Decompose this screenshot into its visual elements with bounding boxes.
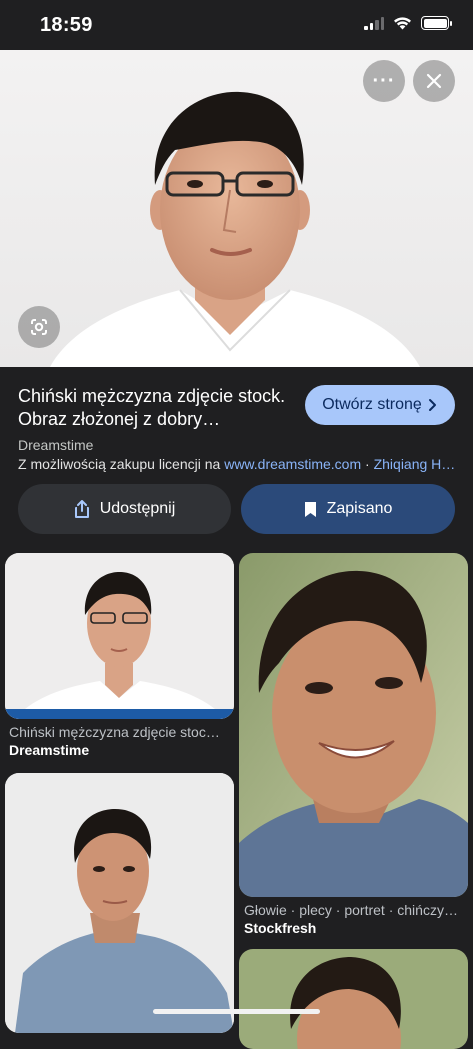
lens-icon xyxy=(31,319,47,335)
battery-icon xyxy=(421,16,452,30)
result-source: Dreamstime xyxy=(18,437,94,453)
license-prefix: Z możliwością zakupu licencji na xyxy=(18,456,221,472)
close-icon xyxy=(426,73,442,89)
saved-button[interactable]: Zapisano xyxy=(241,484,455,534)
hero-person-photo xyxy=(50,91,420,367)
related-image-4 xyxy=(239,949,468,1049)
wifi-icon xyxy=(394,17,411,30)
saved-label: Zapisano xyxy=(326,500,393,517)
hero-image[interactable]: ··· xyxy=(0,50,473,367)
related-caption-1[interactable]: Chiński mężczyzna zdjęcie stoc… xyxy=(9,724,231,740)
related-source-1: Dreamstime xyxy=(9,742,90,758)
license-separator: · xyxy=(365,456,370,472)
home-indicator[interactable] xyxy=(153,1009,320,1014)
result-info: Chiński mężczyzna zdjęcie stock. Obraz z… xyxy=(0,367,473,547)
more-icon: ··· xyxy=(372,69,396,92)
license-link[interactable]: www.dreamstime.com xyxy=(224,456,361,472)
license-line: Z możliwością zakupu licencji na www.dre… xyxy=(18,456,458,472)
lens-button[interactable] xyxy=(18,306,60,348)
signal-icon xyxy=(364,16,384,30)
related-card-4[interactable] xyxy=(239,949,468,1049)
status-time: 18:59 xyxy=(40,14,93,36)
share-label: Udostępnij xyxy=(99,500,176,517)
chevron-right-icon xyxy=(428,399,436,411)
status-bar: 18:59 xyxy=(0,0,473,50)
share-icon xyxy=(74,500,89,518)
related-source-2: Stockfresh xyxy=(244,920,317,936)
close-button[interactable] xyxy=(413,60,455,102)
open-page-button[interactable]: Otwórz stronę xyxy=(305,385,455,425)
related-card-3[interactable] xyxy=(5,773,234,1033)
related-card-2[interactable] xyxy=(239,553,468,897)
author-link[interactable]: Zhiqiang H… xyxy=(374,456,456,472)
related-card-1[interactable] xyxy=(5,553,234,719)
result-title[interactable]: Chiński mężczyzna zdjęcie stock. Obraz z… xyxy=(18,385,296,431)
related-image-2 xyxy=(239,553,468,897)
related-caption-2[interactable]: Głowie · plecy · portret · chińczy… xyxy=(244,902,466,918)
more-button[interactable]: ··· xyxy=(363,60,405,102)
status-icons xyxy=(364,16,452,30)
related-image-3 xyxy=(5,773,234,1033)
open-page-label: Otwórz stronę xyxy=(322,396,422,413)
bookmark-icon xyxy=(304,501,316,517)
related-image-1 xyxy=(5,553,234,719)
related-grid: Chiński mężczyzna zdjęcie stoc… Dreamsti… xyxy=(0,547,473,1049)
share-button[interactable]: Udostępnij xyxy=(18,484,231,534)
